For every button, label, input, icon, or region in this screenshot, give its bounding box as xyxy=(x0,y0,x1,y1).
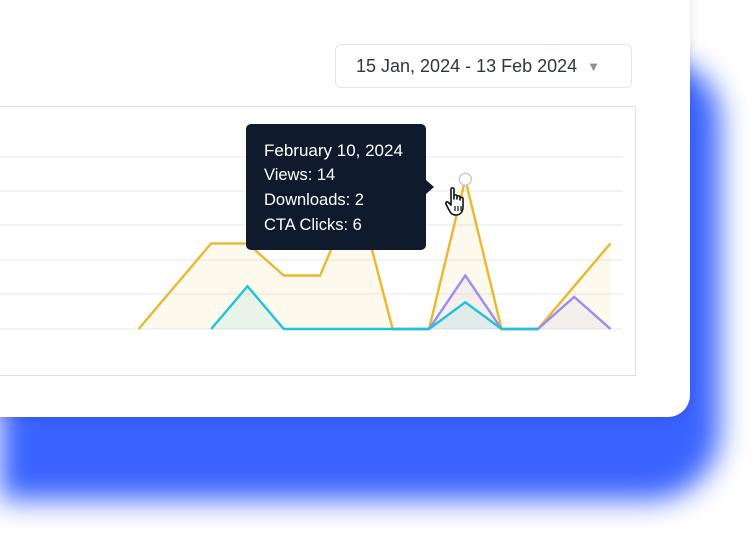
tooltip-downloads: Downloads: 2 xyxy=(264,191,364,209)
hand-pointer-icon xyxy=(445,187,464,216)
tooltip-cta-clicks: CTA Clicks: 6 xyxy=(264,216,362,234)
chart-tooltip: February 10, 2024 Views: 14 Downloads: 2… xyxy=(246,124,434,250)
chevron-down-icon: ▼ xyxy=(587,58,601,74)
tooltip-views: Views: 14 xyxy=(264,166,336,184)
highlight-point xyxy=(458,172,473,186)
date-range-picker[interactable]: 15 Jan, 2024 - 13 Feb 2024 ▼ xyxy=(335,44,632,88)
date-range-label: 15 Jan, 2024 - 13 Feb 2024 xyxy=(356,55,578,76)
tooltip-date: February 10, 2024 xyxy=(264,141,403,160)
chart-marks xyxy=(458,172,473,186)
